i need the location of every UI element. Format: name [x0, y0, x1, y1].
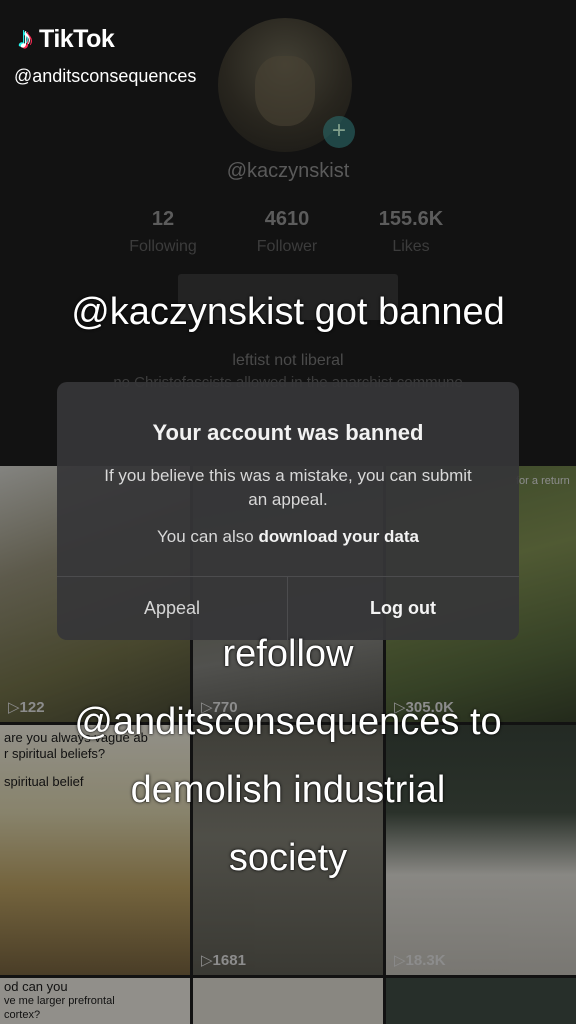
bio-line-1: leftist not liberal: [232, 352, 344, 369]
caption-line: demolish industrial: [130, 769, 446, 811]
tile-caption: od can you: [4, 979, 68, 994]
caption-line: @anditsconsequences to: [74, 701, 502, 743]
stat-likes-count: 155.6K: [378, 208, 444, 230]
video-tile[interactable]: od can you ve me larger prefrontal corte…: [0, 978, 190, 1024]
banned-dialog: Your account was banned If you believe t…: [57, 382, 519, 640]
video-tile[interactable]: [193, 978, 383, 1024]
tile-caption: for a return: [516, 475, 570, 487]
caption-bottom: refollow @anditsconsequences to demolish…: [0, 620, 576, 892]
caption-line: refollow: [222, 633, 354, 675]
tiktok-wordmark: TikTok: [39, 24, 115, 53]
tiktok-logo: ♪ TikTok: [18, 22, 115, 56]
caption-top: @kaczynskist got banned: [71, 291, 505, 333]
stat-following-count: 12: [151, 208, 175, 230]
caption-line: society: [228, 837, 348, 879]
tile-caption: ve me larger prefrontal cortex?: [4, 995, 115, 1021]
dialog-title: Your account was banned: [152, 420, 424, 445]
stat-follower-label[interactable]: Follower: [232, 238, 342, 256]
stat-following-label[interactable]: Following: [108, 238, 218, 256]
avatar-face: [255, 56, 315, 126]
watermark-username: @anditsconsequences: [14, 66, 197, 86]
stat-likes-label: Likes: [392, 238, 430, 255]
tiktok-note-icon: ♪: [18, 22, 33, 55]
stat-follower-count: 4610: [264, 208, 310, 230]
profile-handle: @kaczynskist: [226, 160, 350, 182]
follow-plus-icon[interactable]: +: [323, 116, 355, 148]
video-tile[interactable]: [386, 978, 576, 1024]
download-data-link[interactable]: download your data: [258, 527, 419, 546]
download-prefix: You can also: [156, 527, 259, 546]
dialog-download-line: You can also download your data: [57, 527, 519, 547]
view-count: 18.3K: [394, 951, 446, 969]
dialog-message: If you believe this was a mistake, you c…: [104, 466, 472, 509]
view-count: 1681: [201, 951, 246, 969]
